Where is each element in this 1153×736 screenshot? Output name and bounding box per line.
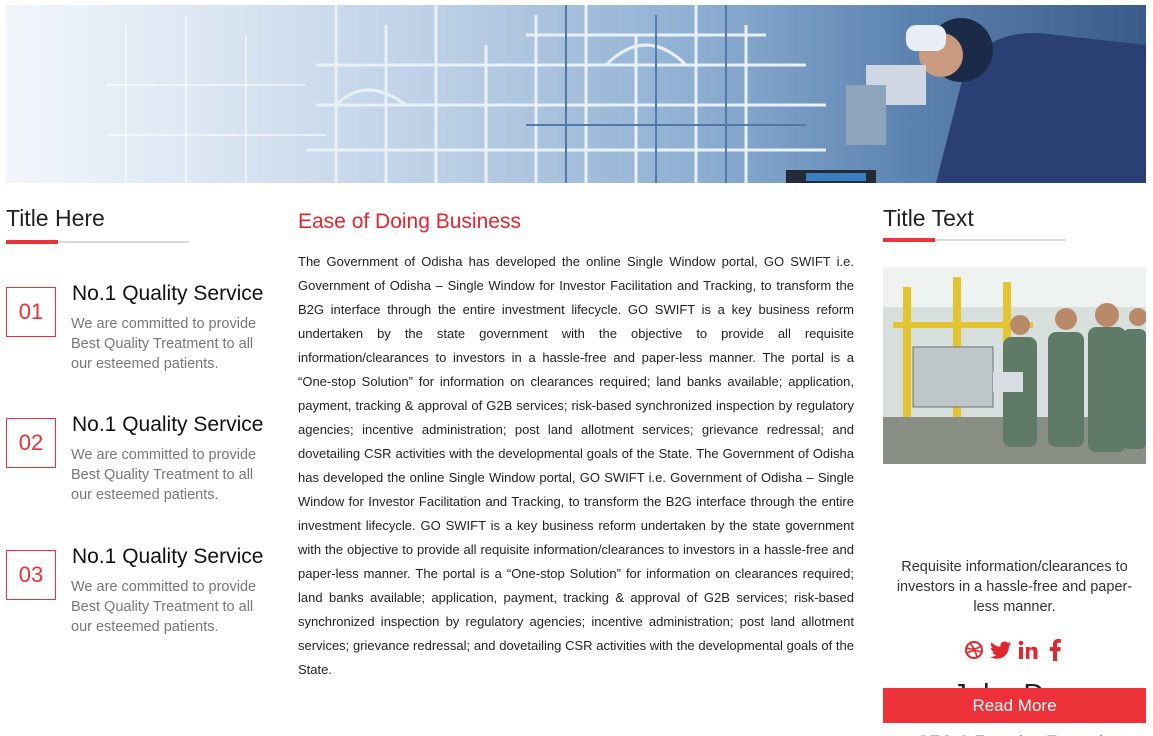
feature-title: No.1 Quality Service (72, 545, 264, 568)
title-underline (883, 238, 1146, 242)
feature-number-badge: 02 (6, 418, 56, 468)
left-section-title: Title Here (6, 205, 105, 231)
social-links (883, 638, 1146, 662)
twitter-icon[interactable] (990, 638, 1012, 662)
feature-description: We are committed to provide Best Quality… (71, 447, 257, 503)
feature-number-badge: 03 (6, 550, 56, 600)
facebook-icon[interactable] (1044, 638, 1066, 662)
feature-title: No.1 Quality Service (72, 282, 264, 305)
hero-banner-image (6, 5, 1146, 183)
features-column: Title Here 01 No.1 Quality Service We ar… (6, 205, 276, 635)
feature-description: We are committed to provide Best Quality… (71, 316, 257, 372)
article-section: Ease of Doing Business The Government of… (298, 210, 854, 682)
read-more-button[interactable]: Read More (883, 688, 1146, 723)
profile-quote: Requisite information/clearances to inve… (896, 559, 1133, 615)
article-title: Ease of Doing Business (298, 210, 521, 233)
title-underline (6, 240, 276, 244)
right-section-title: Title Text (883, 205, 974, 231)
dribbble-icon[interactable] (963, 638, 985, 662)
industrial-plant-illustration (106, 5, 1146, 183)
profile-card: Title Text (883, 205, 1146, 736)
article-body: The Government of Odisha has developed t… (298, 254, 854, 677)
profile-photo (883, 267, 1146, 464)
profile-role: CEO & Founder, Example (883, 732, 1146, 736)
linkedin-icon[interactable] (1017, 638, 1039, 662)
feature-description: We are committed to provide Best Quality… (71, 579, 257, 635)
feature-title: No.1 Quality Service (72, 413, 264, 436)
feature-number-badge: 01 (6, 287, 56, 337)
factory-workers-illustration (883, 267, 1146, 464)
